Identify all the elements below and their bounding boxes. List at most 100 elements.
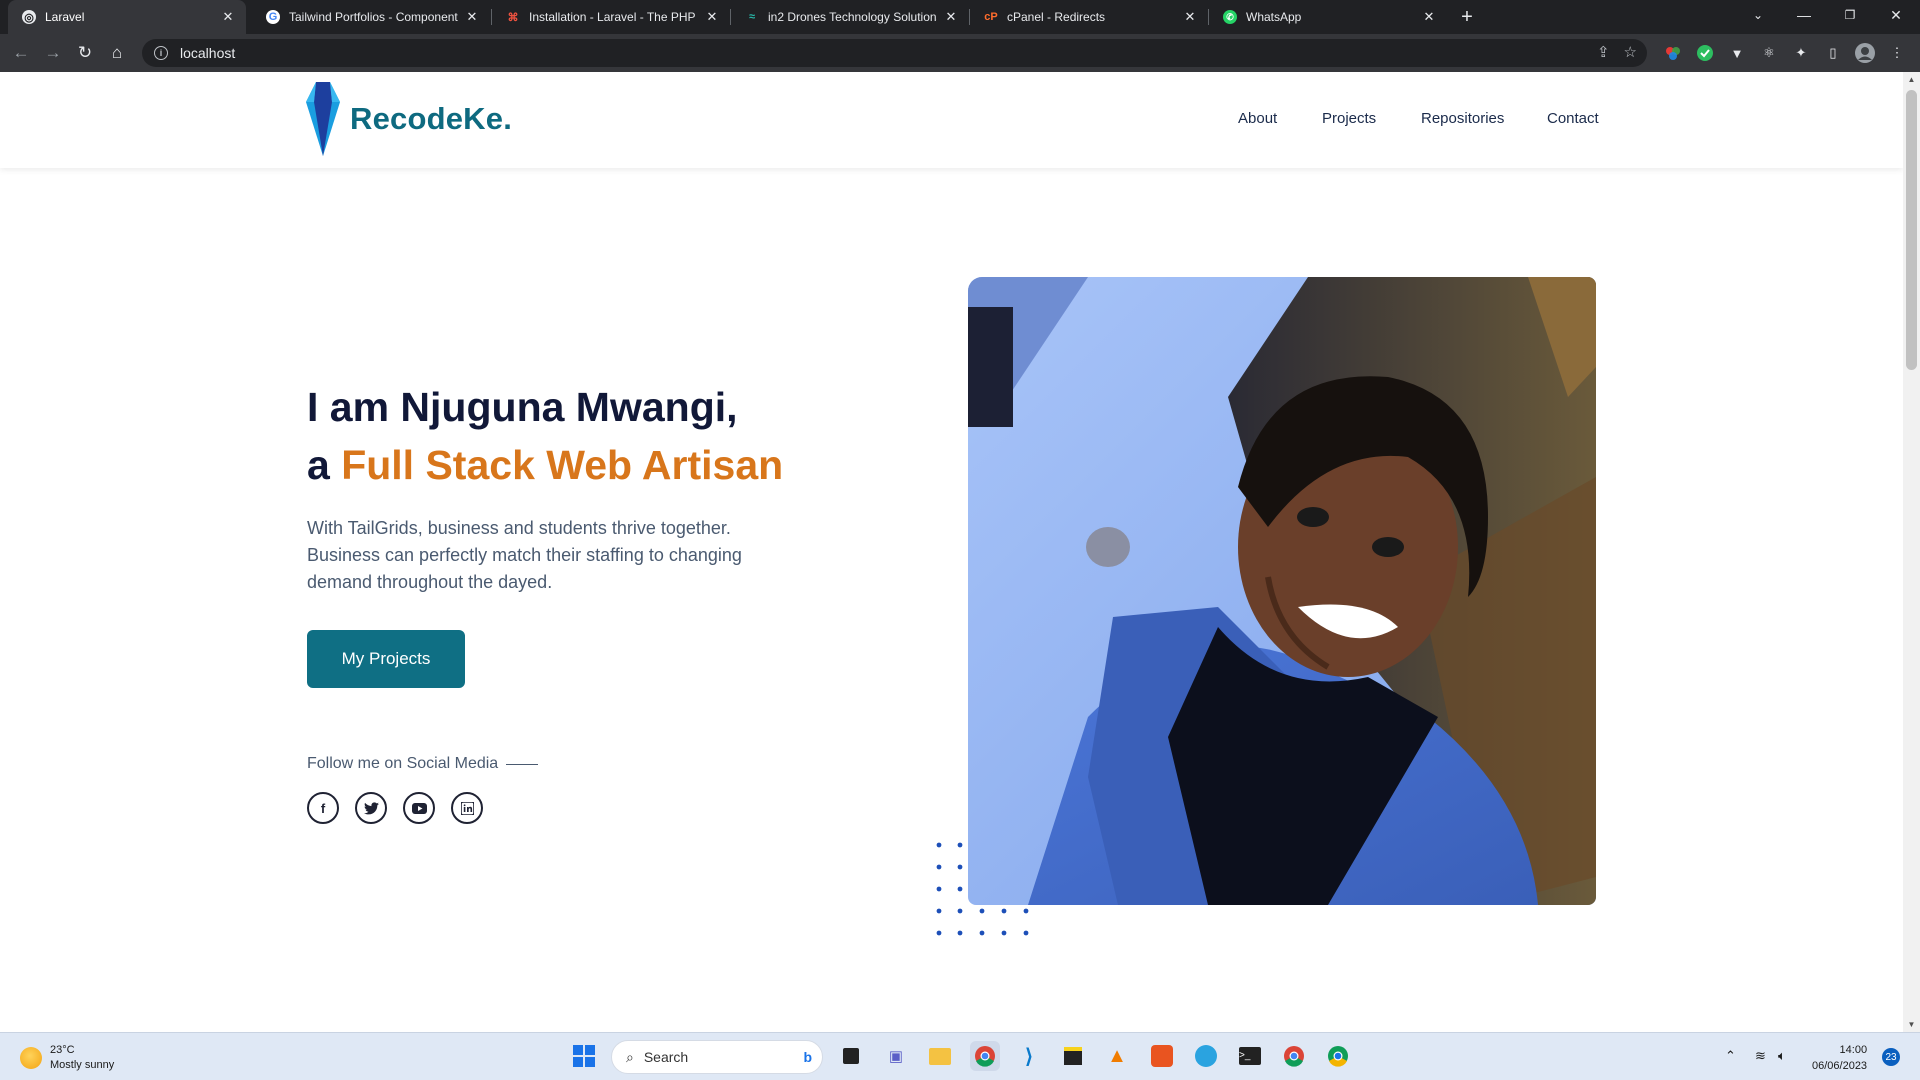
linkedin-icon[interactable] <box>451 792 483 824</box>
teams-chat-icon[interactable]: ▣ <box>881 1041 911 1071</box>
hero-heading-line-1: I am Njuguna Mwangi, <box>307 384 738 430</box>
bing-icon: b <box>803 1049 812 1065</box>
google-icon: G <box>266 10 280 24</box>
minimize-button[interactable]: — <box>1781 0 1827 30</box>
scroll-down-arrow-icon[interactable]: ▼ <box>1907 1020 1916 1029</box>
hero-heading-prefix: a <box>307 442 342 488</box>
nav-link-projects[interactable]: Projects <box>1322 110 1376 127</box>
nav-link-about[interactable]: About <box>1238 110 1277 127</box>
page-viewport: RecodeKe. About Projects Repositories Co… <box>0 72 1903 1032</box>
cpanel-icon: cP <box>984 11 998 23</box>
vue-devtools-icon[interactable]: ▼ <box>1727 43 1747 63</box>
weather-widget[interactable]: 23°C Mostly sunny <box>20 1043 114 1073</box>
notification-badge[interactable]: 23 <box>1882 1048 1900 1066</box>
tab-title: in2 Drones Technology Solutions <box>768 10 937 24</box>
file-explorer-icon[interactable] <box>925 1041 955 1071</box>
browser-tab-strip: ◎ Laravel ✕ G Tailwind Portfolios - Comp… <box>0 0 1920 34</box>
close-icon[interactable]: ✕ <box>704 9 720 25</box>
info-icon[interactable]: i <box>154 46 168 60</box>
tab-laravel[interactable]: ◎ Laravel ✕ <box>8 0 246 34</box>
divider-line <box>506 763 539 765</box>
address-bar[interactable]: i localhost ⇪ ☆ <box>142 39 1647 67</box>
task-view-icon[interactable] <box>836 1041 866 1071</box>
vlc-icon[interactable]: ▲ <box>1102 1041 1132 1071</box>
browser-menu-icon[interactable]: ⋮ <box>1887 43 1907 63</box>
site-logo[interactable]: RecodeKe. <box>306 82 512 156</box>
close-icon[interactable]: ✕ <box>943 9 959 25</box>
twitter-icon[interactable] <box>355 792 387 824</box>
tab-whatsapp[interactable]: ✆ WhatsApp ✕ <box>1209 0 1447 34</box>
windows-taskbar: 23°C Mostly sunny ⌕ Search b ▣ ⟩ ▲ >_ ⌃ … <box>0 1032 1920 1080</box>
bookmark-star-icon[interactable]: ☆ <box>1624 43 1637 61</box>
close-icon[interactable]: ✕ <box>1182 9 1198 25</box>
check-extension-icon[interactable] <box>1695 43 1715 63</box>
close-icon[interactable]: ✕ <box>220 9 236 25</box>
home-button[interactable]: ⌂ <box>106 42 128 64</box>
tab-title: cPanel - Redirects <box>1007 10 1106 24</box>
sticky-notes-icon[interactable] <box>1058 1041 1088 1071</box>
logo-text: RecodeKe. <box>350 101 513 136</box>
telegram-icon[interactable] <box>1191 1041 1221 1071</box>
extensions-puzzle-icon[interactable]: ✦ <box>1791 43 1811 63</box>
tab-cpanel[interactable]: cP cPanel - Redirects ✕ <box>970 0 1208 34</box>
windows-start-icon[interactable] <box>569 1041 599 1071</box>
terminal-icon[interactable]: >_ <box>1235 1041 1265 1071</box>
wifi-icon[interactable]: ≋ <box>1755 1048 1766 1064</box>
hero-description: With TailGrids, business and students th… <box>307 518 742 592</box>
tab-laravel-installation[interactable]: ⌘ Installation - Laravel - The PHP Fr ✕ <box>492 0 730 34</box>
youtube-icon[interactable] <box>403 792 435 824</box>
profile-avatar[interactable] <box>1855 43 1875 63</box>
chrome-dev-icon[interactable] <box>1323 1041 1353 1071</box>
url-text[interactable]: localhost <box>180 45 235 61</box>
tab-tailwind-portfolios[interactable]: G Tailwind Portfolios - Components ✕ <box>252 0 490 34</box>
decorative-dot-grid <box>936 842 1029 936</box>
my-projects-button[interactable]: My Projects <box>307 630 465 688</box>
whatsapp-icon: ✆ <box>1223 10 1237 24</box>
color-extension-icon[interactable] <box>1663 43 1683 63</box>
chrome-icon[interactable] <box>970 1041 1000 1071</box>
side-panel-icon[interactable]: ▯ <box>1823 43 1843 63</box>
react-devtools-icon[interactable]: ⚛ <box>1759 43 1779 63</box>
share-icon[interactable]: ⇪ <box>1597 43 1610 61</box>
facebook-icon[interactable]: f <box>307 792 339 824</box>
browser-toolbar: ← → ↻ ⌂ i localhost ⇪ ☆ ▼ ⚛ ✦ ▯ ⋮ <box>0 34 1920 72</box>
vscode-icon[interactable]: ⟩ <box>1014 1041 1044 1071</box>
search-label: Search <box>643 1049 689 1065</box>
chrome-profile-icon[interactable] <box>1279 1041 1309 1071</box>
drone-icon: ≈ <box>748 11 756 23</box>
tab-title: Laravel <box>45 10 85 24</box>
scrollbar-thumb[interactable] <box>1906 90 1917 370</box>
close-icon[interactable]: ✕ <box>464 9 480 25</box>
reload-button[interactable]: ↻ <box>74 42 96 64</box>
restore-button[interactable]: ❐ <box>1827 0 1873 30</box>
globe-icon: ◎ <box>22 10 36 24</box>
tab-in2-drones[interactable]: ≈ in2 Drones Technology Solutions ✕ <box>731 0 969 34</box>
hero-heading: I am Njuguna Mwangi, a Full Stack Web Ar… <box>307 378 783 494</box>
page-scrollbar[interactable]: ▲ ▼ <box>1903 72 1920 1032</box>
tab-search-icon[interactable]: ⌄ <box>1735 0 1781 30</box>
weather-temperature: 23°C <box>50 1044 75 1056</box>
search-icon: ⌕ <box>626 1048 634 1065</box>
tab-title: Tailwind Portfolios - Components <box>289 10 458 24</box>
back-button[interactable]: ← <box>10 42 32 64</box>
clock-date: 06/06/2023 <box>1812 1060 1868 1072</box>
nav-link-contact[interactable]: Contact <box>1547 110 1599 127</box>
scroll-up-arrow-icon[interactable]: ▲ <box>1907 75 1916 84</box>
close-icon[interactable]: ✕ <box>1421 9 1437 25</box>
new-tab-button[interactable]: + <box>1454 4 1480 30</box>
site-header: RecodeKe. About Projects Repositories Co… <box>0 72 1903 168</box>
ubuntu-icon[interactable] <box>1147 1041 1177 1071</box>
social-media-label-text: Follow me on Social Media <box>307 755 499 772</box>
clock-time: 14:00 <box>1839 1044 1868 1056</box>
window-close-button[interactable]: ✕ <box>1873 0 1919 30</box>
forward-button[interactable]: → <box>42 42 64 64</box>
taskbar-clock[interactable]: 14:00 06/06/2023 <box>1812 1042 1867 1074</box>
taskbar-search-input[interactable]: ⌕ Search b <box>611 1040 823 1074</box>
hero-heading-accent: Full Stack Web Artisan <box>341 442 784 488</box>
profile-photo <box>968 277 1596 905</box>
show-hidden-icons-chevron-icon[interactable]: ⌃ <box>1725 1048 1736 1064</box>
social-media-label: Follow me on Social Media <box>307 755 539 773</box>
nav-link-repositories[interactable]: Repositories <box>1421 110 1504 127</box>
tab-title: Installation - Laravel - The PHP Fr <box>529 10 698 24</box>
volume-icon[interactable]: 🔈︎ <box>1778 1048 1786 1064</box>
